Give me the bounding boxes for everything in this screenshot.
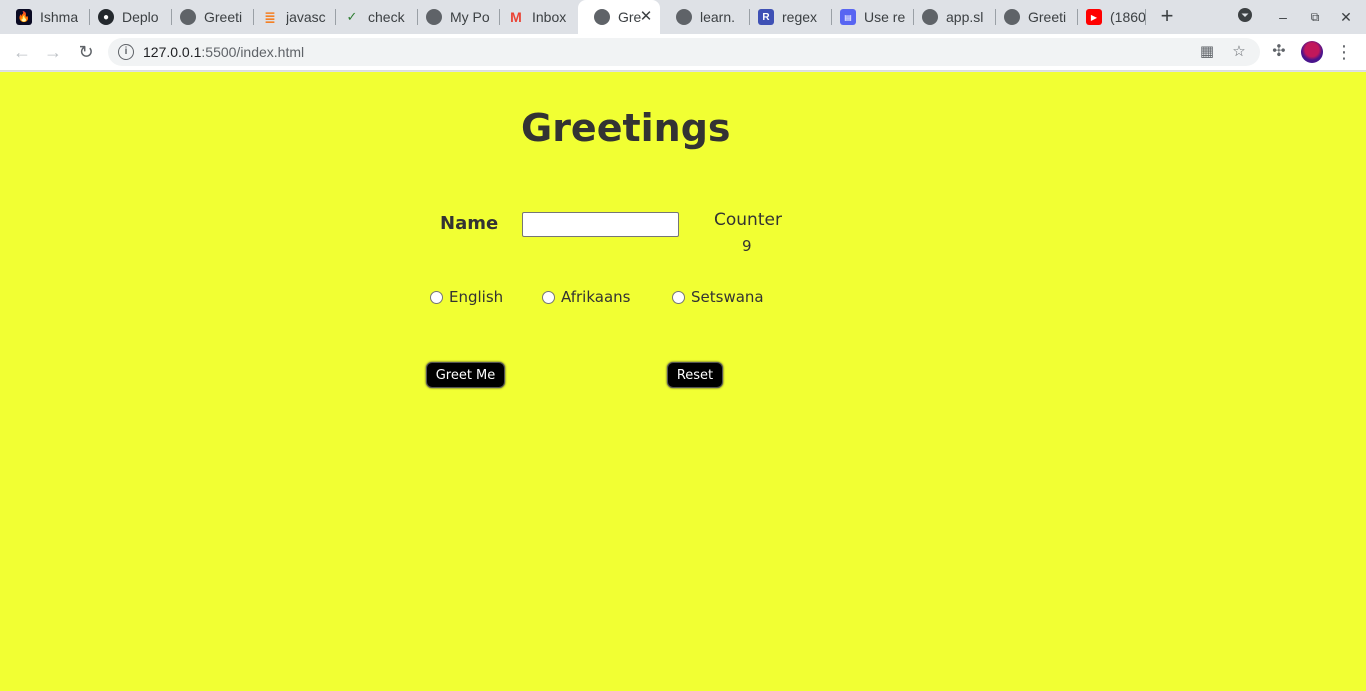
freecodecamp-icon: 🔥 [16, 9, 32, 25]
url-host: 127.0.0.1 [143, 44, 202, 60]
tab-label: javasc [286, 9, 326, 25]
globe-icon [426, 9, 442, 25]
radio-setswana[interactable]: Setswana [672, 288, 764, 306]
r-icon: R [758, 9, 774, 25]
tab-label: Deplo [122, 9, 159, 25]
tab-label: My Po [450, 9, 490, 25]
reload-icon[interactable]: ↻ [74, 40, 98, 64]
tab-javasc[interactable]: ≣ javasc [246, 0, 336, 34]
radio-button[interactable] [430, 290, 443, 304]
restore-icon[interactable]: ⧉ [1305, 7, 1325, 27]
menu-kebab-icon[interactable]: ⋮ [1332, 40, 1356, 64]
counter-label: Counter [714, 210, 782, 230]
tab-label: Inbox [532, 9, 567, 25]
browser-toolbar: ← → ↻ i 127.0.0.1:5500/index.html ▦ ☆ ✣ … [0, 34, 1366, 71]
radio-afrikaans[interactable]: Afrikaans [542, 288, 630, 306]
url-path: :5500/index.html [201, 44, 305, 60]
qr-code-icon[interactable]: ▦ [1198, 43, 1216, 61]
tab-search-icon[interactable] [1235, 7, 1255, 27]
tab-label: regex [782, 9, 818, 25]
name-label: Name [440, 213, 499, 234]
tab-use-re[interactable]: ▤ Use re [824, 0, 914, 34]
minimize-icon[interactable]: – [1273, 7, 1293, 27]
radio-button[interactable] [672, 290, 685, 304]
tab-label: Use re [864, 9, 906, 25]
radio-label: Afrikaans [561, 288, 631, 306]
tab-label: app.sl [946, 9, 984, 25]
greet-me-button[interactable]: Greet Me [426, 362, 505, 388]
tab-label: Greeti [204, 9, 243, 25]
reset-button[interactable]: Reset [667, 362, 723, 388]
page-title: Greetings [521, 106, 731, 150]
tab-greeti[interactable]: Greeti [164, 0, 254, 34]
youtube-icon: ▶ [1086, 9, 1102, 25]
checklist-icon: ✓ [346, 9, 358, 24]
tab-label: (1860) [1110, 9, 1146, 25]
tab-check[interactable]: ✓ check [328, 0, 418, 34]
close-window-icon[interactable]: ✕ [1336, 7, 1356, 27]
tab-deplo[interactable]: ● Deplo [82, 0, 172, 34]
globe-icon [180, 9, 196, 25]
bookmark-star-icon[interactable]: ☆ [1230, 43, 1248, 61]
url-text[interactable]: 127.0.0.1:5500/index.html [143, 44, 304, 60]
tab-my-po[interactable]: My Po [410, 0, 500, 34]
globe-icon [594, 9, 610, 25]
tab-regex[interactable]: R regex [742, 0, 832, 34]
greetings-page: Greetings Name Counter 9 English Afrikaa… [0, 72, 1366, 691]
extensions-puzzle-icon[interactable]: ✣ [1267, 40, 1291, 64]
address-bar[interactable]: i 127.0.0.1:5500/index.html ▦ ☆ [108, 38, 1260, 66]
counter-value: 9 [742, 237, 752, 255]
back-arrow-icon[interactable]: ← [10, 40, 34, 64]
gmail-icon: M [510, 9, 522, 25]
tab-greeti-2[interactable]: Greeti [988, 0, 1078, 34]
site-info-icon[interactable]: i [118, 44, 134, 60]
radio-label: English [449, 288, 504, 306]
tab-app-sl[interactable]: app.sl [906, 0, 996, 34]
tab-ishma[interactable]: 🔥 Ishma [0, 0, 90, 34]
stackoverflow-icon: ≣ [264, 8, 276, 25]
profile-avatar[interactable] [1301, 41, 1323, 63]
tab-label: learn. [700, 9, 736, 25]
name-input[interactable] [522, 212, 679, 237]
tab-inbox[interactable]: M Inbox [492, 0, 578, 34]
discord-icon: ▤ [840, 9, 856, 25]
tab-label: check [368, 9, 405, 25]
globe-icon [1004, 9, 1020, 25]
tab-learn[interactable]: learn. [660, 0, 750, 34]
radio-button[interactable] [542, 290, 555, 304]
tab-greetings-active[interactable]: Gre ✕ [578, 0, 660, 34]
radio-english[interactable]: English [430, 288, 503, 306]
forward-arrow-icon[interactable]: → [41, 40, 65, 64]
tab-label: Greeti [1028, 9, 1067, 25]
new-tab-button[interactable]: + [1156, 5, 1178, 28]
tab-label: Ishma [40, 9, 79, 25]
globe-icon [922, 9, 938, 25]
tab-strip: 🔥 Ishma ● Deplo Greeti ≣ javasc ✓ check … [0, 0, 1366, 34]
globe-icon [676, 9, 692, 25]
tab-youtube[interactable]: ▶ (1860) [1070, 0, 1146, 34]
close-tab-icon[interactable]: ✕ [638, 9, 654, 25]
radio-label: Setswana [691, 288, 764, 306]
github-icon: ● [98, 9, 114, 25]
